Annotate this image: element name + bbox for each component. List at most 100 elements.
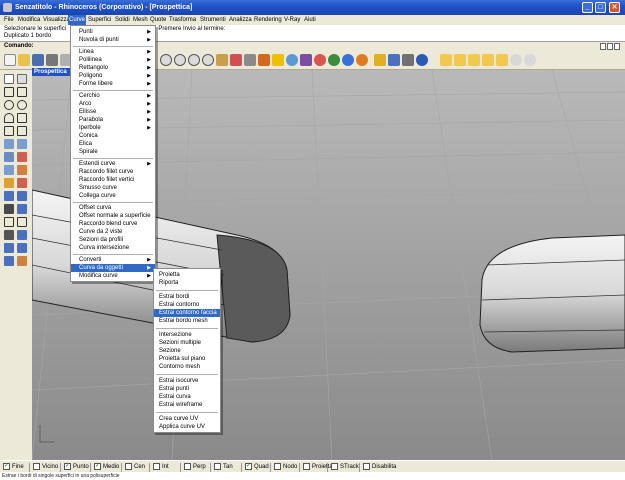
menu-item-converti[interactable]: Converti ▶	[71, 256, 155, 264]
grid-icon[interactable]	[230, 54, 242, 66]
osnap-checkbox[interactable]: ✓	[64, 463, 71, 470]
vray-material-icon[interactable]	[468, 54, 480, 66]
menu-analizza[interactable]: Analizza	[228, 15, 253, 25]
rectangle-icon[interactable]	[17, 113, 27, 123]
scale-icon[interactable]	[17, 230, 27, 240]
osnap-punto[interactable]: ✓ Punto	[60, 463, 89, 472]
submenu-item-proietta-sul-piano[interactable]: Proietta sul piano	[154, 355, 220, 363]
menu-solidi[interactable]: Solidi	[114, 15, 131, 25]
osnap-checkbox[interactable]	[33, 463, 40, 470]
light-icon[interactable]	[258, 54, 270, 66]
render-icon[interactable]	[300, 54, 312, 66]
arc-icon[interactable]	[4, 113, 14, 123]
split-icon[interactable]	[17, 204, 27, 214]
vray-settings-icon[interactable]	[440, 54, 452, 66]
osnap-checkbox[interactable]	[125, 463, 132, 470]
menu-item-curve-da-2-viste[interactable]: Curve da 2 viste	[71, 228, 155, 236]
cylinder-icon[interactable]	[4, 165, 14, 175]
menu-item-parabola[interactable]: Parabola ▶	[71, 116, 155, 124]
mirror-icon[interactable]	[17, 243, 27, 253]
freeform-icon[interactable]	[17, 126, 27, 136]
menu-item-iperbole[interactable]: Iperbole ▶	[71, 124, 155, 132]
dimension-icon[interactable]	[4, 230, 14, 240]
car-icon[interactable]	[244, 54, 256, 66]
menu-vray[interactable]: V-Ray	[283, 15, 301, 25]
submenu-item-estrai-bordi[interactable]: Estrai bordi	[154, 293, 220, 301]
save-icon[interactable]	[32, 54, 44, 66]
menu-aiuti[interactable]: Aiuti	[303, 15, 317, 25]
surface-icon[interactable]	[4, 139, 14, 149]
menu-item-curva-intersezione[interactable]: Curva intersezione	[71, 244, 155, 252]
analyze-icon[interactable]	[4, 256, 14, 266]
osnap-checkbox[interactable]	[214, 463, 221, 470]
rhino-app-icon[interactable]	[3, 3, 12, 12]
environment-icon[interactable]	[328, 54, 340, 66]
boolean-icon[interactable]	[4, 178, 14, 188]
select-arrow-icon[interactable]	[4, 74, 14, 84]
menu-item-estendi-curve[interactable]: Estendi curve ▶	[71, 160, 155, 168]
vray-dome-icon[interactable]	[524, 54, 536, 66]
submenu-item-estrai-contorno-faccia[interactable]: Estrai contorno faccia	[154, 309, 220, 317]
osnap-checkbox[interactable]	[274, 463, 281, 470]
menu-item-ellisse[interactable]: Ellisse ▶	[71, 108, 155, 116]
osnap-disabilita[interactable]: Disabilita	[359, 463, 396, 472]
osnap-checkbox[interactable]: ✓	[245, 463, 252, 470]
submenu-item-applica-curve-uv[interactable]: Applica curve UV	[154, 423, 220, 431]
osnap-checkbox[interactable]	[153, 463, 160, 470]
print-icon[interactable]	[46, 54, 58, 66]
menu-strumenti[interactable]: Strumenti	[199, 15, 227, 25]
zoom-window-icon[interactable]	[174, 54, 186, 66]
submenu-item-sezioni-multiple[interactable]: Sezioni multiple	[154, 339, 220, 347]
submenu-item-estrai-bordo-mesh[interactable]: Estrai bordo mesh	[154, 317, 220, 325]
loft-icon[interactable]	[17, 139, 27, 149]
submenu-item-sezione[interactable]: Sezione	[154, 347, 220, 355]
array-icon[interactable]	[4, 243, 14, 253]
polygon-icon[interactable]	[4, 126, 14, 136]
sun-icon[interactable]	[356, 54, 368, 66]
submenu-item-proietta[interactable]: Proietta	[154, 271, 220, 279]
menu-item-punti[interactable]: Punti ▶	[71, 28, 155, 36]
explode-icon[interactable]	[17, 178, 27, 188]
menu-item-raccordo-fillet-curve[interactable]: Raccordo fillet curve	[71, 168, 155, 176]
menu-mesh[interactable]: Mesh	[132, 15, 149, 25]
menu-item-cerchio[interactable]: Cerchio ▶	[71, 92, 155, 100]
menu-item-raccordo-blend-curve[interactable]: Raccordo blend curve	[71, 220, 155, 228]
osnap-checkbox[interactable]	[363, 463, 370, 470]
menu-item-curva-da-oggetti[interactable]: Curva da oggetti ▶	[71, 264, 155, 272]
menu-curve[interactable]: Curve	[68, 15, 87, 25]
osnap-nodo[interactable]: Nodo	[270, 463, 297, 472]
osnap-strack[interactable]: STrack	[327, 463, 359, 472]
fillet-icon[interactable]	[4, 217, 14, 227]
lightbulb-icon[interactable]	[272, 54, 284, 66]
osnap-cen[interactable]: Cen	[121, 463, 145, 472]
mesh-icon[interactable]	[17, 165, 27, 175]
osnap-checkbox[interactable]: ✓	[94, 463, 101, 470]
minimize-button[interactable]: _	[582, 2, 593, 13]
submenu-item-estrai-curva[interactable]: Estrai curva	[154, 393, 220, 401]
circle-icon[interactable]	[4, 100, 14, 110]
layer-icon[interactable]	[388, 54, 400, 66]
osnap-checkbox[interactable]	[331, 463, 338, 470]
menu-item-collega-curve[interactable]: Collega curve	[71, 192, 155, 200]
menu-item-spirale[interactable]: Spirale	[71, 148, 155, 156]
history-scroll-arrows[interactable]	[599, 43, 621, 50]
osnap-checkbox[interactable]	[303, 463, 310, 470]
menu-item-offset-curva[interactable]: Offset curva	[71, 204, 155, 212]
ellipse-icon[interactable]	[17, 100, 27, 110]
menu-item-linea[interactable]: Linea ▶	[71, 48, 155, 56]
menu-item-rettangolo[interactable]: Rettangolo ▶	[71, 64, 155, 72]
move-icon[interactable]	[4, 191, 14, 201]
menu-item-offset-normale-a-superficie[interactable]: Offset normale a superficie	[71, 212, 155, 220]
menu-item-raccordo-fillet-vertici[interactable]: Raccordo fillet vertici	[71, 176, 155, 184]
close-button[interactable]: ✕	[609, 2, 620, 13]
trim-icon[interactable]	[4, 204, 14, 214]
polyline-icon[interactable]	[4, 87, 14, 97]
vray-light-icon[interactable]	[482, 54, 494, 66]
shaded-sphere-icon[interactable]	[286, 54, 298, 66]
material-icon[interactable]	[314, 54, 326, 66]
rotate-icon[interactable]	[17, 191, 27, 201]
osnap-proietta[interactable]: Proietta	[299, 463, 333, 472]
offset-icon[interactable]	[17, 217, 27, 227]
maximize-button[interactable]: □	[595, 2, 606, 13]
menu-rendering[interactable]: Rendering	[253, 15, 283, 25]
